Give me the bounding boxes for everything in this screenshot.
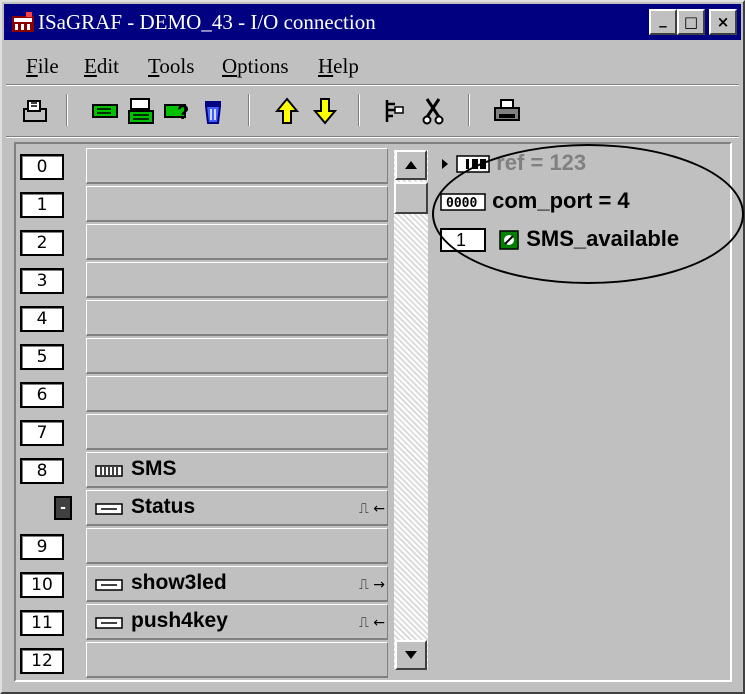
menu-bar: File Edit Tools Options Help (4, 48, 741, 82)
sub-slot-label: - (60, 500, 66, 516)
connect-board-button[interactable] (88, 94, 122, 128)
board-parameters-button[interactable] (124, 94, 158, 128)
open-board-button[interactable] (18, 94, 52, 128)
scroll-thumb[interactable] (394, 182, 428, 214)
svg-text:?: ? (177, 102, 189, 124)
input-direction-icon: ⎍ ← (359, 615, 385, 631)
slot-row[interactable] (86, 528, 388, 564)
slot-number[interactable]: 10 (20, 572, 64, 598)
input-board-icon (95, 503, 123, 515)
slot-row-push4key[interactable]: push4key ⎍ ← (86, 604, 388, 640)
close-icon: × (716, 13, 730, 31)
slot-number[interactable]: 11 (20, 610, 64, 636)
scroll-down-button[interactable] (395, 640, 427, 670)
chevron-down-icon (405, 651, 417, 659)
menu-mnemonic: O (222, 54, 238, 78)
move-down-button[interactable] (308, 94, 342, 128)
slot-row[interactable] (86, 300, 388, 336)
menu-help[interactable]: Help (318, 54, 359, 79)
toolbar-separator (248, 94, 250, 126)
slot-row[interactable] (86, 376, 388, 412)
connect-board-icon (92, 104, 118, 118)
disconnect-icon (422, 98, 444, 125)
slot-row[interactable] (86, 148, 388, 184)
menu-mnemonic: E (84, 54, 97, 78)
slot-number[interactable]: 1 (20, 192, 64, 218)
slot-number[interactable]: 6 (20, 382, 64, 408)
vertical-scrollbar[interactable] (394, 150, 428, 670)
slot-board-label: push4key (131, 609, 228, 632)
set-parameters-button[interactable] (378, 94, 412, 128)
slot-row[interactable] (86, 224, 388, 260)
slot-row[interactable] (86, 262, 388, 298)
menu-options[interactable]: Options (222, 54, 289, 79)
slot-number[interactable]: 0 (20, 154, 64, 180)
output-board-icon (95, 579, 123, 591)
sub-slot-marker[interactable]: - (54, 496, 72, 520)
menu-separator (6, 84, 739, 86)
slot-board-label: show3led (131, 571, 227, 594)
disconnect-button[interactable] (416, 94, 450, 128)
menu-tools[interactable]: Tools (148, 54, 194, 79)
menu-mnemonic: T (148, 54, 160, 78)
slot-number[interactable]: 2 (20, 230, 64, 256)
virtual-board-icon: ? (164, 102, 189, 124)
expand-arrow-icon (442, 159, 448, 170)
application-window: ISaGRAF - DEMO_43 - I/O connection _ □ ×… (0, 0, 745, 694)
toolbar: ? (4, 88, 741, 134)
slot-row[interactable] (86, 414, 388, 450)
output-direction-icon: ⎍ → (359, 577, 385, 593)
minimize-icon: _ (659, 10, 667, 28)
toolbar-bottom-separator (6, 136, 739, 138)
slot-number[interactable]: 7 (20, 420, 64, 446)
print-button[interactable] (490, 94, 524, 128)
move-down-icon (313, 98, 337, 125)
set-parameters-icon (385, 100, 404, 122)
slot-row-sms[interactable]: SMS (86, 452, 388, 488)
input-direction-icon: ⎍ ← (359, 501, 385, 517)
slot-number[interactable]: 9 (20, 534, 64, 560)
delete-board-button[interactable] (196, 94, 230, 128)
slot-number[interactable]: 5 (20, 344, 64, 370)
minimize-button[interactable]: _ (649, 9, 677, 35)
menu-file[interactable]: File (26, 54, 59, 79)
slot-row[interactable] (86, 642, 388, 678)
open-board-icon (23, 100, 47, 122)
slot-row[interactable] (86, 338, 388, 374)
menu-mnemonic: H (318, 54, 334, 78)
toolbar-separator (66, 94, 68, 126)
highlight-ellipse (432, 144, 744, 284)
close-button[interactable]: × (709, 9, 737, 35)
maximize-button[interactable]: □ (677, 9, 705, 35)
print-icon (494, 99, 520, 121)
slot-row-status[interactable]: Status ⎍ ← (86, 490, 388, 526)
maximize-icon: □ (683, 13, 699, 31)
move-up-button[interactable] (270, 94, 304, 128)
slot-number[interactable]: 3 (20, 268, 64, 294)
slot-board-label: Status (131, 495, 196, 518)
delete-board-icon (204, 101, 222, 124)
slot-row[interactable] (86, 186, 388, 222)
slot-row-show3led[interactable]: show3led ⎍ → (86, 566, 388, 602)
slot-number[interactable]: 4 (20, 306, 64, 332)
input-board-icon (95, 617, 123, 629)
slot-number[interactable]: 12 (20, 648, 64, 674)
slot-board-label: SMS (131, 457, 177, 480)
menu-edit[interactable]: Edit (84, 54, 119, 79)
title-bar[interactable]: ISaGRAF - DEMO_43 - I/O connection _ □ × (4, 4, 741, 40)
toolbar-separator (468, 94, 470, 126)
menu-mnemonic: F (26, 54, 38, 78)
virtual-board-button[interactable]: ? (160, 94, 194, 128)
move-up-icon (275, 97, 299, 124)
board-icon (95, 465, 123, 477)
toolbar-separator (358, 94, 360, 126)
slot-number[interactable]: 8 (20, 458, 64, 484)
chevron-up-icon (405, 161, 417, 169)
board-parameters-icon (128, 98, 154, 124)
isagraf-app-icon[interactable] (12, 12, 34, 32)
window-title: ISaGRAF - DEMO_43 - I/O connection (38, 10, 376, 34)
scroll-up-button[interactable] (395, 150, 427, 180)
